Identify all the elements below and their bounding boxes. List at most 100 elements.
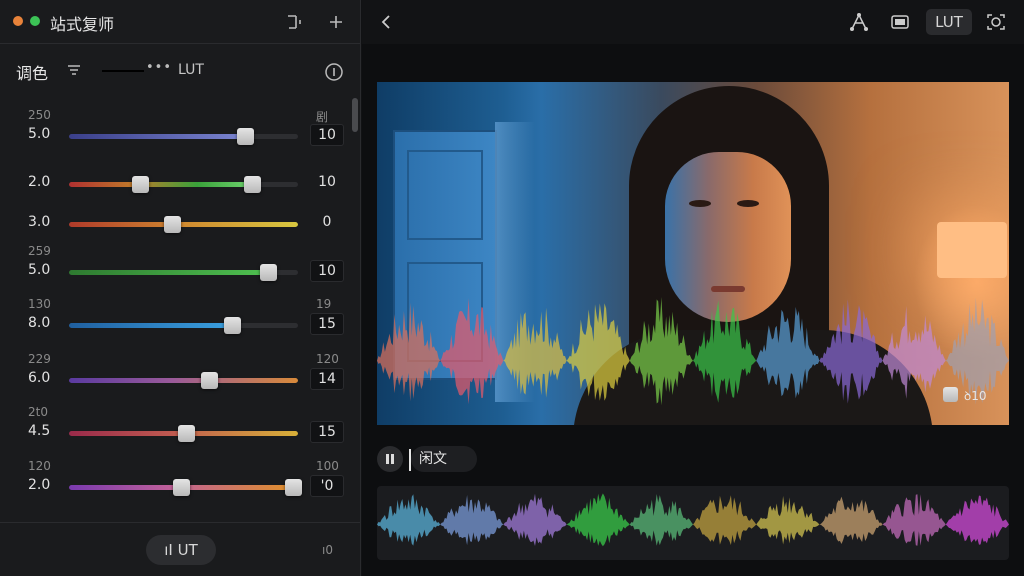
- slider-fill: [69, 222, 298, 227]
- slider-value: 2.0: [28, 477, 51, 493]
- lut-chip[interactable]: LUT: [926, 9, 972, 35]
- adjustment-panel: 站式复师 调色 ••• LUT 250 5.0 剧 10 2.0 10 3.0 0 259 5.0…: [0, 0, 361, 576]
- slider-right-value[interactable]: '0: [310, 475, 344, 497]
- slider-value: 4.5: [28, 423, 51, 439]
- bottom-value: ı0: [322, 543, 333, 557]
- slider-value: 3.0: [28, 214, 51, 230]
- waveform-segment: [377, 302, 441, 402]
- slider-fill: [69, 270, 269, 275]
- slider-right-value[interactable]: 10: [310, 172, 344, 194]
- slider-fill: [69, 134, 246, 139]
- lut-label[interactable]: LUT: [178, 62, 204, 78]
- slider-top-label: 250: [28, 108, 51, 122]
- slider-right-value[interactable]: 15: [310, 421, 344, 443]
- slider-top-right-label: 100: [316, 459, 339, 473]
- slider-value: 2.0: [28, 174, 51, 190]
- slider-knob[interactable]: [173, 479, 191, 496]
- slider-knob[interactable]: [131, 176, 149, 193]
- slider-track[interactable]: [69, 134, 298, 139]
- slider-knob[interactable]: [200, 372, 218, 389]
- slider-knob[interactable]: [260, 264, 278, 281]
- slider-value: 5.0: [28, 126, 51, 142]
- add-icon[interactable]: [326, 12, 346, 32]
- overlay-slider-knob[interactable]: [943, 387, 958, 402]
- back-icon[interactable]: [376, 12, 396, 32]
- slider-top-right-label: 120: [316, 352, 339, 366]
- eye-left: [689, 200, 711, 207]
- slider-top-label: 229: [28, 352, 51, 366]
- frame-icon[interactable]: [889, 11, 911, 33]
- slider-right-value[interactable]: 0: [310, 212, 344, 234]
- waveform-segment: [882, 494, 946, 546]
- preview-header: LUT: [362, 0, 1024, 44]
- waveform-segment: [503, 307, 567, 398]
- slider-top-label: 2t0: [28, 405, 48, 419]
- slider-knob[interactable]: [177, 425, 195, 442]
- info-icon[interactable]: [324, 62, 344, 82]
- waveform-segment: [882, 306, 946, 399]
- timeline-waveform: [377, 493, 1009, 547]
- waveform-segment: [819, 496, 883, 544]
- filter-icon[interactable]: [66, 62, 82, 78]
- lut-button[interactable]: ıI UT: [146, 535, 216, 565]
- app-title: 站式复师: [50, 15, 115, 34]
- capture-icon[interactable]: [985, 11, 1007, 33]
- pause-icon[interactable]: [377, 446, 403, 472]
- slider-knob[interactable]: [164, 216, 182, 233]
- waveform-segment: [503, 493, 567, 546]
- waveform-segment: [566, 303, 630, 401]
- adjustment-toolbar: 调色 ••• LUT: [0, 56, 361, 86]
- video-preview[interactable]: ꝺ10: [377, 82, 1009, 425]
- waveform-segment: [629, 494, 693, 546]
- waveform-overlay: [377, 297, 1009, 406]
- title-bar: 站式复师: [0, 0, 361, 44]
- slider-fill: [69, 182, 253, 187]
- slider-top-label: 130: [28, 297, 51, 311]
- slider-top-label: 120: [28, 459, 51, 473]
- slider-top-label: 259: [28, 244, 51, 258]
- slider-right-value[interactable]: 14: [310, 368, 344, 390]
- slider-knob[interactable]: [237, 128, 255, 145]
- waveform-segment: [377, 494, 441, 546]
- slider-value: 5.0: [28, 262, 51, 278]
- scrollbar[interactable]: [352, 98, 358, 132]
- slider-right-value[interactable]: 10: [310, 124, 344, 146]
- waveform-segment: [756, 306, 820, 399]
- section-title: 调色: [16, 64, 49, 83]
- more-icon[interactable]: •••: [146, 60, 172, 75]
- overlay-value: ꝺ10: [964, 389, 987, 403]
- slider-top-right-label: 19: [316, 297, 332, 311]
- slider-fill: [69, 323, 232, 328]
- window-minimize-dot[interactable]: [13, 16, 23, 26]
- window-icon[interactable]: [284, 12, 304, 32]
- slider-value: 6.0: [28, 370, 51, 386]
- waveform-segment: [440, 298, 504, 405]
- slider-right-value[interactable]: 15: [310, 313, 344, 335]
- slider-track[interactable]: [69, 378, 298, 383]
- slider-knob[interactable]: [244, 176, 262, 193]
- slider-top-right-label: 剧: [316, 110, 329, 124]
- eye-right: [737, 200, 759, 207]
- waveform-segment: [440, 495, 504, 546]
- waveform-segment: [629, 297, 693, 406]
- waveform-segment: [566, 493, 630, 547]
- waveform-segment: [756, 496, 820, 545]
- slider-right-value[interactable]: 10: [310, 260, 344, 282]
- nodes-icon[interactable]: [848, 11, 870, 33]
- waveform-segment: [693, 495, 757, 545]
- slider-fill: [69, 378, 298, 383]
- slider-knob[interactable]: [285, 479, 303, 496]
- waveform-segment: [945, 495, 1009, 545]
- preview-panel: LUT ꝺ10 闲文: [362, 0, 1024, 576]
- slider-track[interactable]: [69, 182, 298, 187]
- playback-pill[interactable]: 闲文: [411, 446, 477, 472]
- slider-value: 8.0: [28, 315, 51, 331]
- slider-track[interactable]: [69, 222, 298, 227]
- window-maximize-dot[interactable]: [30, 16, 40, 26]
- slider-track[interactable]: [69, 323, 298, 328]
- waveform-segment: [819, 299, 883, 404]
- slider-knob[interactable]: [223, 317, 241, 334]
- lut-intensity-track[interactable]: [102, 70, 144, 72]
- waveform-timeline[interactable]: [377, 486, 1009, 560]
- lamp-graphic: [937, 222, 1007, 278]
